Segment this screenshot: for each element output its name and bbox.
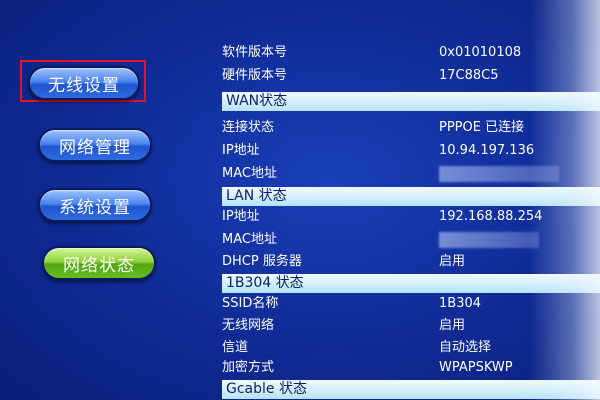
wireless-label: 无线网络 bbox=[222, 318, 275, 333]
gcable-section-header: Gcable 状态 bbox=[222, 380, 600, 399]
software-version-row: 软件版本号 0x01010108 bbox=[222, 43, 600, 63]
channel-label: 信道 bbox=[222, 340, 249, 355]
hardware-version-value: 17C88C5 bbox=[439, 68, 499, 83]
dhcp-value: 启用 bbox=[439, 254, 466, 269]
ssid-row: SSID名称 1B304 bbox=[222, 294, 600, 314]
wan-ip-label: IP地址 bbox=[222, 143, 260, 158]
software-version-label: 软件版本号 bbox=[222, 45, 288, 60]
ssid-label: SSID名称 bbox=[222, 296, 279, 311]
lan-section-header: LAN 状态 bbox=[222, 187, 600, 206]
wifi-section-header: 1B304 状态 bbox=[222, 274, 600, 293]
lan-mac-redacted bbox=[439, 230, 539, 250]
hardware-version-label: 硬件版本号 bbox=[222, 68, 288, 83]
wireless-value: 启用 bbox=[439, 318, 466, 333]
dhcp-row: DHCP 服务器 启用 bbox=[222, 252, 600, 272]
hardware-version-row: 硬件版本号 17C88C5 bbox=[222, 66, 600, 86]
dhcp-label: DHCP 服务器 bbox=[222, 254, 302, 269]
encryption-label: 加密方式 bbox=[222, 360, 275, 375]
lan-ip-label: IP地址 bbox=[222, 209, 260, 224]
wan-mac-redacted bbox=[439, 164, 559, 184]
software-version-value: 0x01010108 bbox=[439, 45, 522, 60]
lan-ip-row: IP地址 192.168.88.254 bbox=[222, 207, 600, 227]
encryption-value: WPAPSKWP bbox=[439, 360, 513, 375]
ssid-value: 1B304 bbox=[439, 296, 482, 311]
lan-ip-value: 192.168.88.254 bbox=[439, 209, 543, 224]
wan-ip-row: IP地址 10.94.197.136 bbox=[222, 141, 600, 161]
encryption-row: 加密方式 WPAPSKWP bbox=[222, 358, 600, 378]
wan-mac-label: MAC地址 bbox=[222, 166, 277, 181]
wan-mac-row: MAC地址 bbox=[222, 164, 600, 184]
channel-row: 信道 自动选择 bbox=[222, 338, 600, 358]
wan-ip-value: 10.94.197.136 bbox=[439, 143, 535, 158]
status-panel: 软件版本号 0x01010108 硬件版本号 17C88C5 WAN状态 连接状… bbox=[0, 0, 600, 400]
lan-mac-label: MAC地址 bbox=[222, 232, 277, 247]
wan-connection-value: PPPOE 已连接 bbox=[439, 120, 525, 135]
wan-section-header: WAN状态 bbox=[222, 92, 600, 111]
wireless-row: 无线网络 启用 bbox=[222, 316, 600, 336]
wan-connection-label: 连接状态 bbox=[222, 120, 275, 135]
channel-value: 自动选择 bbox=[439, 340, 492, 355]
wan-connection-row: 连接状态 PPPOE 已连接 bbox=[222, 118, 600, 138]
lan-mac-row: MAC地址 bbox=[222, 230, 600, 250]
